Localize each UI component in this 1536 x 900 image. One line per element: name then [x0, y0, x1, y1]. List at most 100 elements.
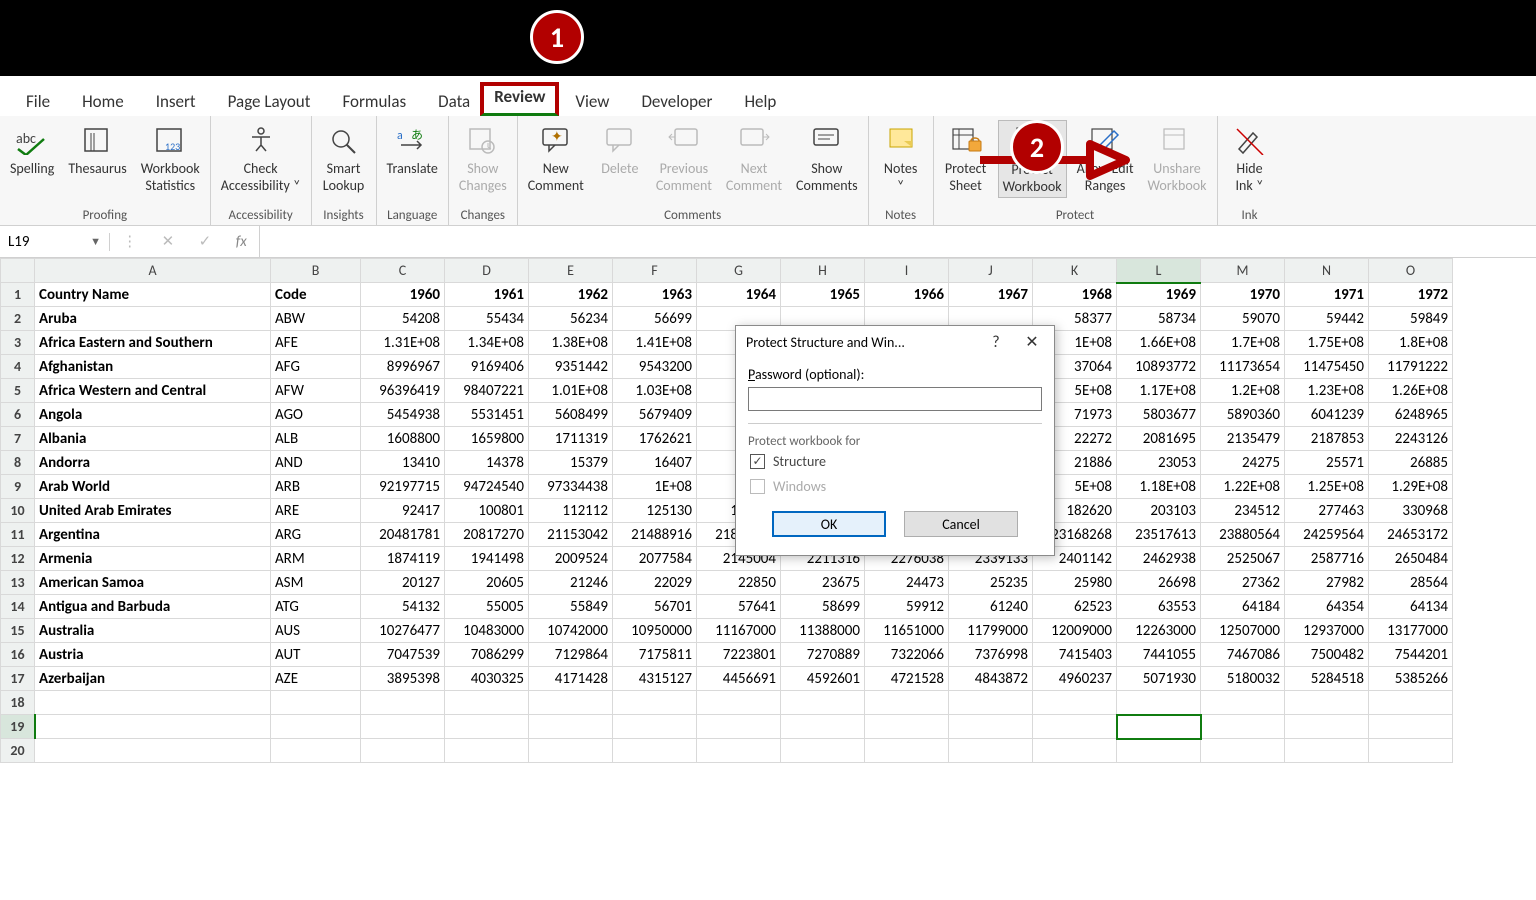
cell[interactable]: 7544201 — [1369, 643, 1453, 667]
col-header-O[interactable]: O — [1369, 259, 1453, 283]
cell[interactable] — [35, 715, 271, 739]
cell[interactable]: 5454938 — [361, 403, 445, 427]
cell[interactable] — [1033, 691, 1117, 715]
cell[interactable]: AZE — [271, 667, 361, 691]
cell[interactable]: 1.31E+08 — [361, 331, 445, 355]
fx-icon[interactable]: fx — [236, 233, 247, 251]
cell[interactable] — [1033, 715, 1117, 739]
cell[interactable]: 59912 — [865, 595, 949, 619]
cell[interactable]: ARB — [271, 475, 361, 499]
cell[interactable]: Afghanistan — [35, 355, 271, 379]
cell[interactable]: 4315127 — [613, 667, 697, 691]
cell[interactable]: 16407 — [613, 451, 697, 475]
cell[interactable]: 26698 — [1117, 571, 1201, 595]
cell[interactable]: 24275 — [1201, 451, 1285, 475]
cell[interactable]: 1963 — [613, 283, 697, 307]
btn-check-accessibility[interactable]: Check Accessibility ˅ — [217, 120, 305, 196]
cell[interactable]: 7129864 — [529, 643, 613, 667]
password-input[interactable] — [748, 387, 1042, 411]
cell[interactable] — [1201, 715, 1285, 739]
row-header-19[interactable]: 19 — [1, 715, 35, 739]
tab-file[interactable]: File — [10, 87, 66, 116]
cell[interactable]: 2187853 — [1285, 427, 1369, 451]
cell[interactable]: 5531451 — [445, 403, 529, 427]
tab-data[interactable]: Data — [422, 87, 486, 116]
cell[interactable]: 1659800 — [445, 427, 529, 451]
cell[interactable]: 4960237 — [1033, 667, 1117, 691]
cell[interactable]: 11791222 — [1369, 355, 1453, 379]
btn-hide-ink[interactable]: Hide Ink ˅ — [1224, 120, 1276, 196]
cell[interactable]: 7175811 — [613, 643, 697, 667]
cell[interactable]: 7415403 — [1033, 643, 1117, 667]
cell[interactable]: 9169406 — [445, 355, 529, 379]
cell[interactable] — [1285, 691, 1369, 715]
cell[interactable]: 4843872 — [949, 667, 1033, 691]
col-header-F[interactable]: F — [613, 259, 697, 283]
cell[interactable]: 1874119 — [361, 547, 445, 571]
cell[interactable]: AUT — [271, 643, 361, 667]
btn-notes[interactable]: Notes ˅ — [875, 120, 927, 196]
cell[interactable]: 4030325 — [445, 667, 529, 691]
cell[interactable]: United Arab Emirates — [35, 499, 271, 523]
col-header-N[interactable]: N — [1285, 259, 1369, 283]
cell[interactable]: 1.01E+08 — [529, 379, 613, 403]
row-header-1[interactable]: 1 — [1, 283, 35, 307]
col-header-E[interactable]: E — [529, 259, 613, 283]
cell[interactable] — [1285, 715, 1369, 739]
cell[interactable]: Code — [271, 283, 361, 307]
cell[interactable]: 10483000 — [445, 619, 529, 643]
cell[interactable]: 3895398 — [361, 667, 445, 691]
cell[interactable]: 55849 — [529, 595, 613, 619]
cell[interactable]: 23053 — [1117, 451, 1201, 475]
cell[interactable]: 2077584 — [613, 547, 697, 571]
cell[interactable] — [445, 715, 529, 739]
row-header-17[interactable]: 17 — [1, 667, 35, 691]
cell[interactable]: 21153042 — [529, 523, 613, 547]
cell[interactable]: AGO — [271, 403, 361, 427]
cell[interactable]: 1971 — [1285, 283, 1369, 307]
cell[interactable]: 12507000 — [1201, 619, 1285, 643]
cell[interactable] — [865, 739, 949, 763]
cell[interactable]: 12009000 — [1033, 619, 1117, 643]
cell[interactable]: 1608800 — [361, 427, 445, 451]
cell[interactable]: 2525067 — [1201, 547, 1285, 571]
cell[interactable]: 4456691 — [697, 667, 781, 691]
cell[interactable]: 20817270 — [445, 523, 529, 547]
cell[interactable]: 11167000 — [697, 619, 781, 643]
cell[interactable]: 1.18E+08 — [1117, 475, 1201, 499]
cell[interactable]: 54208 — [361, 307, 445, 331]
cell[interactable]: 58699 — [781, 595, 865, 619]
cell[interactable]: 24473 — [865, 571, 949, 595]
cell[interactable]: 92197715 — [361, 475, 445, 499]
cell[interactable]: 5385266 — [1369, 667, 1453, 691]
cell[interactable]: 92417 — [361, 499, 445, 523]
row-header-2[interactable]: 2 — [1, 307, 35, 331]
cell[interactable]: AND — [271, 451, 361, 475]
cell[interactable]: 4592601 — [781, 667, 865, 691]
row-header-11[interactable]: 11 — [1, 523, 35, 547]
cell[interactable]: 7270889 — [781, 643, 865, 667]
cell[interactable]: 1.8E+08 — [1369, 331, 1453, 355]
tab-insert[interactable]: Insert — [140, 87, 212, 116]
cell[interactable]: 23517613 — [1117, 523, 1201, 547]
tab-formulas[interactable]: Formulas — [326, 87, 422, 116]
cell[interactable] — [1117, 739, 1201, 763]
cell[interactable]: 7467086 — [1201, 643, 1285, 667]
cell[interactable]: Argentina — [35, 523, 271, 547]
col-header-M[interactable]: M — [1201, 259, 1285, 283]
btn-smart-lookup[interactable]: Smart Lookup — [318, 120, 370, 196]
cell[interactable]: 55434 — [445, 307, 529, 331]
cell[interactable]: 1966 — [865, 283, 949, 307]
cell[interactable]: 57641 — [697, 595, 781, 619]
cell[interactable] — [271, 715, 361, 739]
cell[interactable]: 9543200 — [613, 355, 697, 379]
cell[interactable] — [1201, 739, 1285, 763]
dialog-titlebar[interactable]: Protect Structure and Win... ? ✕ — [736, 326, 1054, 358]
cell[interactable] — [1369, 691, 1453, 715]
cell[interactable]: AFW — [271, 379, 361, 403]
cell[interactable]: 1.22E+08 — [1201, 475, 1285, 499]
cell[interactable]: 1961 — [445, 283, 529, 307]
cell[interactable]: 7500482 — [1285, 643, 1369, 667]
cell[interactable] — [949, 739, 1033, 763]
cell[interactable]: 61240 — [949, 595, 1033, 619]
